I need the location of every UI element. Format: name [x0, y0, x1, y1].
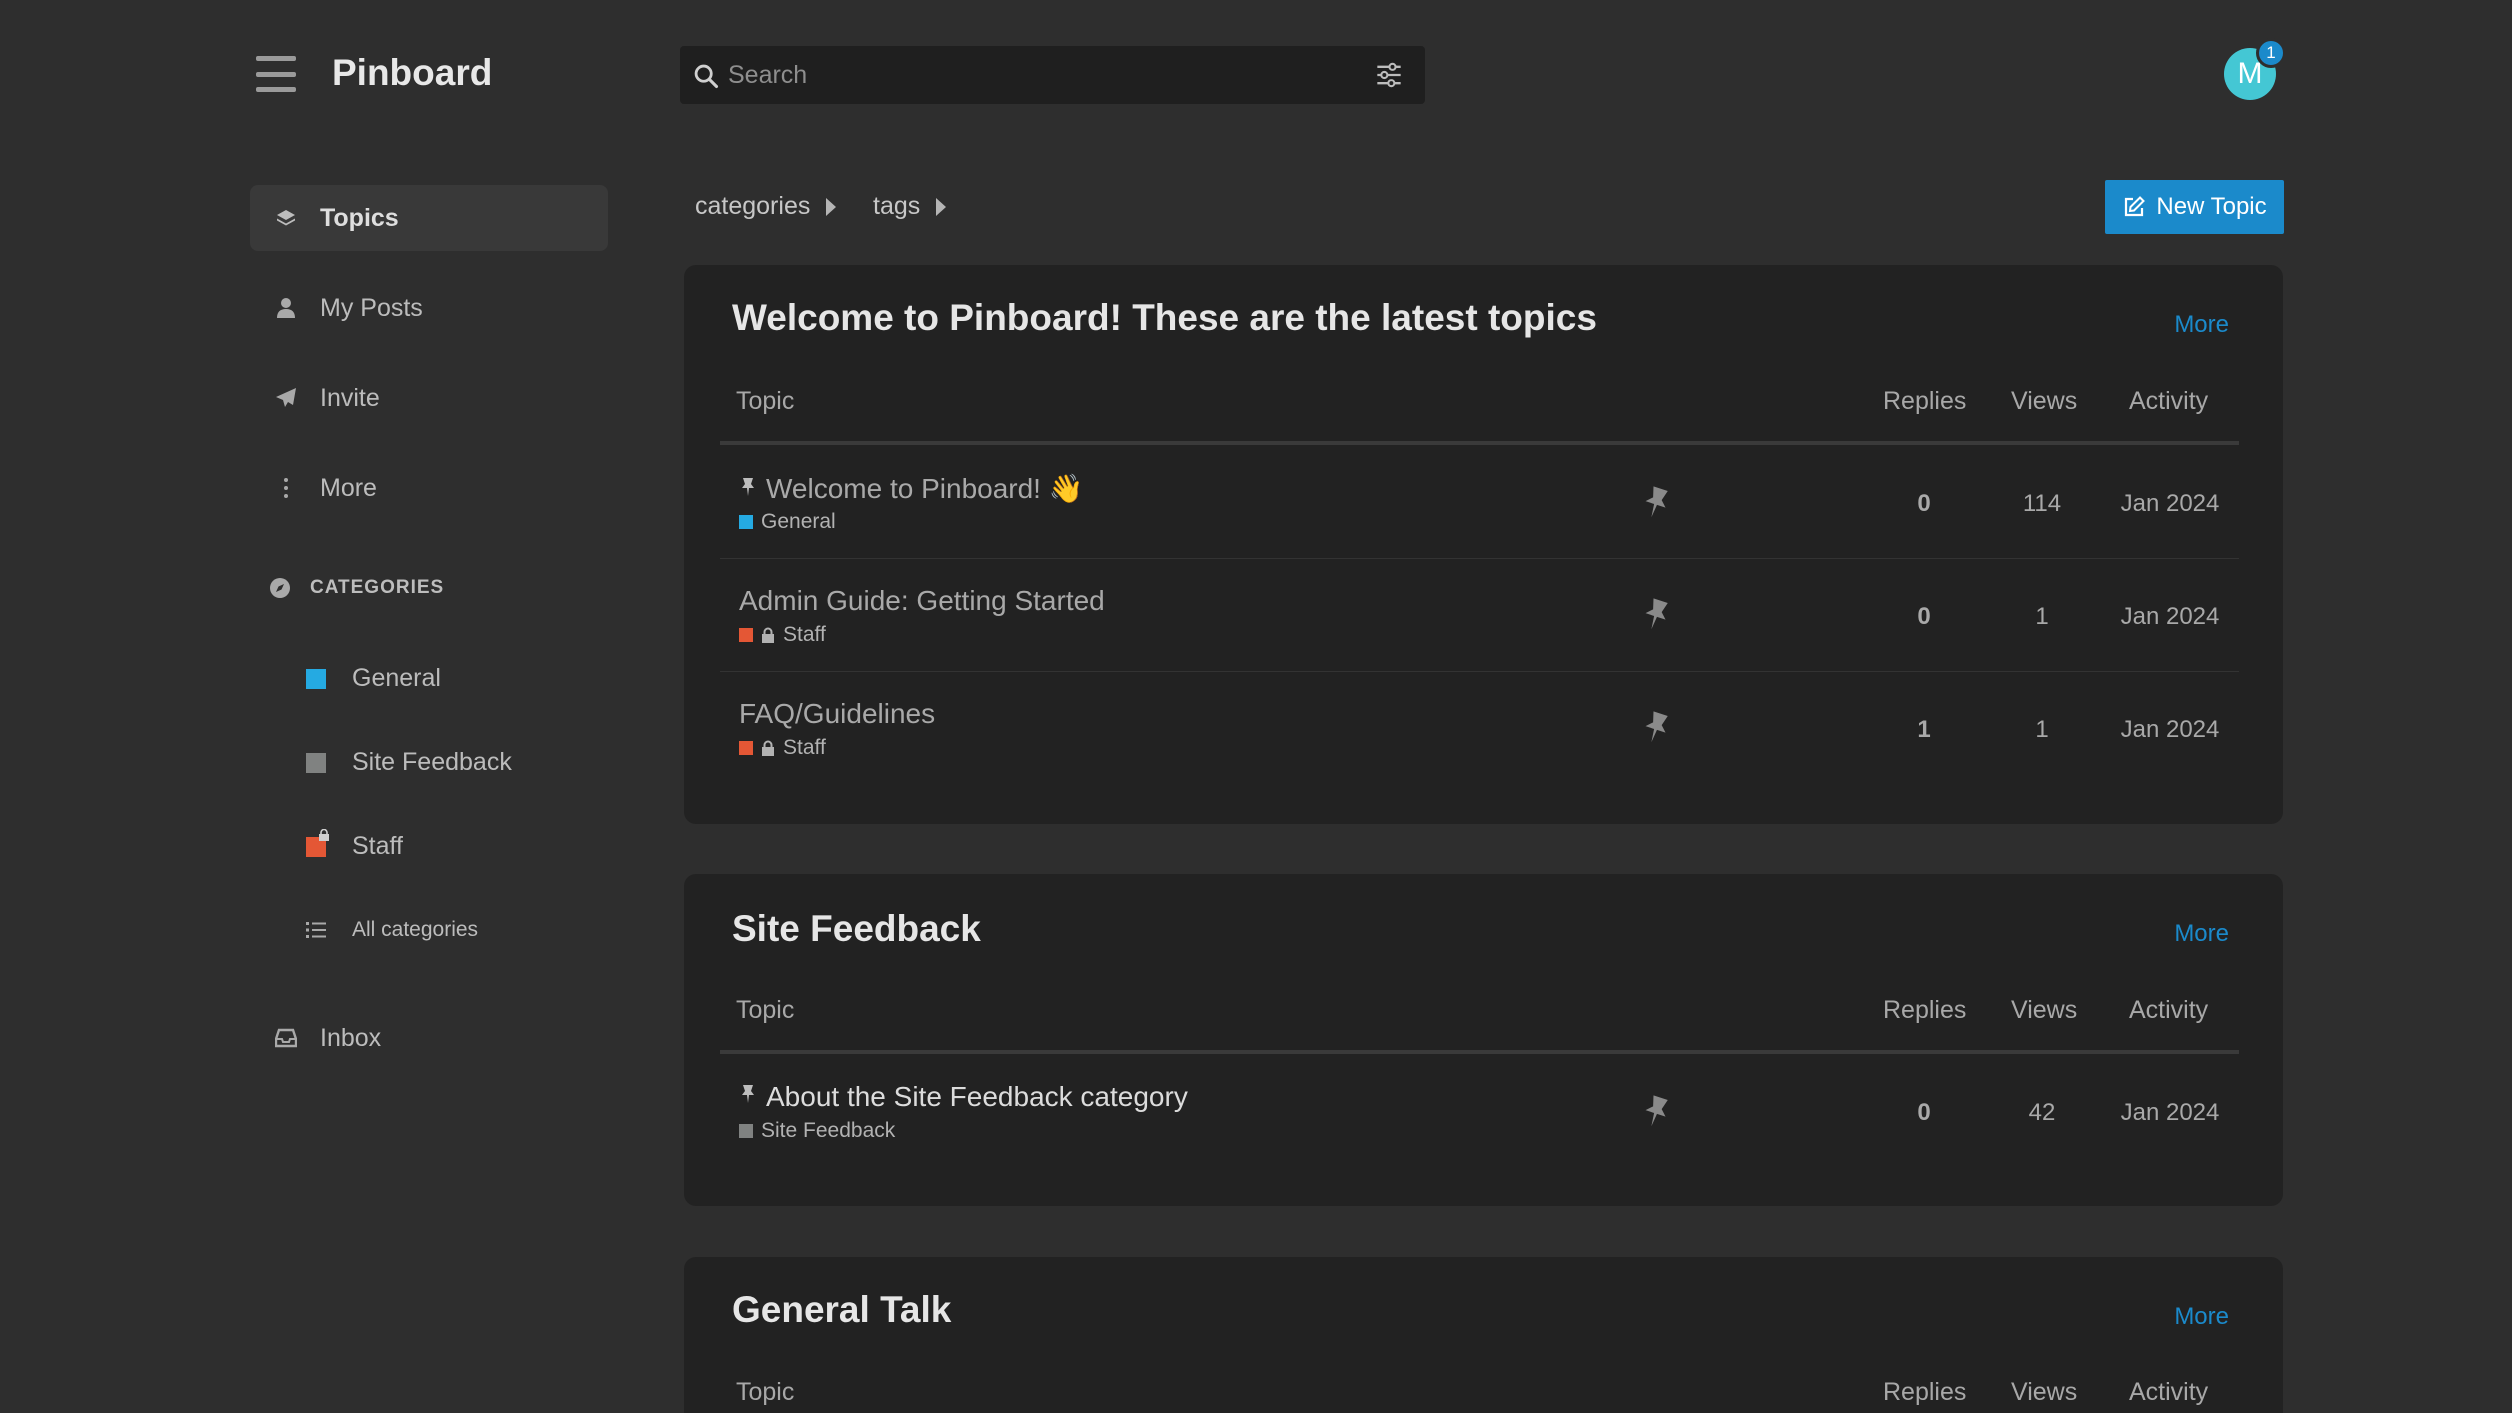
search-filter-icon[interactable]	[1375, 62, 1403, 88]
activity-date[interactable]: Jan 2024	[2110, 1099, 2230, 1127]
category-color-swatch	[306, 752, 326, 773]
sidebar-item-my-posts[interactable]: My Posts	[250, 275, 608, 341]
category-color-swatch	[306, 668, 326, 689]
category-color-swatch	[739, 515, 753, 529]
search-input[interactable]	[728, 46, 1328, 104]
sidebar-category-general[interactable]: General	[306, 664, 441, 693]
column-header-topic: Topic	[736, 1378, 795, 1406]
category-color-swatch	[306, 828, 329, 857]
column-header-replies[interactable]: Replies	[1883, 996, 1966, 1025]
list-icon	[306, 922, 326, 938]
column-header-views[interactable]: Views	[2011, 387, 2077, 416]
new-topic-button[interactable]: New Topic	[2105, 180, 2284, 234]
caret-right-icon	[826, 197, 837, 216]
more-link[interactable]: More	[2174, 1303, 2229, 1331]
topic-category-badge[interactable]: Staff	[739, 736, 826, 760]
column-header-activity[interactable]: Activity	[2129, 387, 2208, 416]
categories-dropdown[interactable]: categories	[695, 192, 837, 221]
topic-title-link[interactable]: Admin Guide: Getting Started	[739, 585, 1105, 617]
pin-icon[interactable]	[1638, 710, 1674, 746]
notification-badge[interactable]: 1	[2256, 38, 2286, 68]
column-header-replies[interactable]: Replies	[1883, 387, 1966, 416]
pin-icon[interactable]	[1638, 597, 1674, 633]
replies-count: 0	[1917, 603, 1931, 630]
sidebar-category-staff[interactable]: Staff	[306, 828, 403, 861]
column-header-topic: Topic	[736, 996, 795, 1024]
pinned-icon	[742, 478, 754, 496]
sidebar-item-label: More	[320, 473, 377, 502]
search-icon	[694, 64, 719, 89]
header-divider	[720, 441, 2239, 445]
topic-title-link[interactable]: Welcome to Pinboard! 👋	[766, 472, 1084, 505]
activity-date[interactable]: Jan 2024	[2110, 490, 2230, 518]
row-divider	[720, 671, 2239, 672]
sidebar-item-label: Invite	[320, 383, 380, 412]
hamburger-menu-icon[interactable]	[256, 56, 296, 92]
edit-icon	[2125, 196, 2146, 217]
site-logo[interactable]: Pinboard	[332, 52, 492, 94]
compass-icon	[270, 578, 290, 598]
tags-dropdown[interactable]: tags	[873, 192, 947, 221]
views-count: 1	[2035, 716, 2049, 743]
column-header-activity[interactable]: Activity	[2129, 996, 2208, 1025]
layers-icon	[274, 206, 298, 230]
pin-icon[interactable]	[1638, 1094, 1674, 1130]
sidebar-item-more[interactable]: More	[250, 455, 608, 521]
replies-count: 1	[1917, 716, 1931, 743]
panel-title: General Talk	[732, 1289, 952, 1330]
column-header-topic: Topic	[736, 387, 795, 415]
views-count: 42	[2028, 1099, 2056, 1126]
activity-date[interactable]: Jan 2024	[2110, 716, 2230, 744]
pinned-icon	[742, 1085, 754, 1103]
site-feedback-panel: Site Feedback More Topic Replies Views A…	[684, 874, 2283, 1206]
lock-icon	[319, 828, 329, 841]
column-header-replies[interactable]: Replies	[1883, 1378, 1966, 1407]
category-color-swatch	[739, 1124, 753, 1138]
paper-plane-icon	[274, 386, 298, 410]
column-header-views[interactable]: Views	[2011, 1378, 2077, 1407]
topic-category-badge[interactable]: Site Feedback	[739, 1119, 895, 1143]
more-link[interactable]: More	[2174, 920, 2229, 948]
replies-count: 0	[1917, 1099, 1931, 1126]
views-count: 1	[2035, 603, 2049, 630]
category-color-swatch	[739, 628, 753, 642]
more-link[interactable]: More	[2174, 311, 2229, 339]
sidebar-category-site-feedback[interactable]: Site Feedback	[306, 748, 512, 777]
vertical-ellipsis-icon	[274, 476, 298, 500]
sidebar-item-topics[interactable]: Topics	[250, 185, 608, 251]
categories-header[interactable]: CATEGORIES	[268, 576, 444, 600]
sidebar-item-label: Topics	[320, 203, 399, 232]
column-header-activity[interactable]: Activity	[2129, 1378, 2208, 1407]
caret-right-icon	[936, 197, 947, 216]
topic-category-badge[interactable]: General	[739, 510, 836, 534]
pin-icon[interactable]	[1638, 485, 1674, 521]
topic-title-link[interactable]: About the Site Feedback category	[766, 1081, 1188, 1113]
row-divider	[720, 558, 2239, 559]
search-bar[interactable]	[680, 46, 1425, 104]
replies-count: 0	[1917, 490, 1931, 517]
lock-icon	[762, 627, 774, 643]
panel-title: Welcome to Pinboard! These are the lates…	[732, 297, 1597, 338]
user-icon	[274, 296, 298, 320]
sidebar-item-label: Inbox	[320, 1023, 382, 1052]
inbox-icon	[274, 1026, 298, 1050]
lock-icon	[762, 740, 774, 756]
sidebar-item-label: My Posts	[320, 293, 423, 322]
topic-title-link[interactable]: FAQ/Guidelines	[739, 698, 935, 730]
general-talk-panel: General Talk More Topic Replies Views Ac…	[684, 1257, 2283, 1413]
sidebar-all-categories[interactable]: All categories	[306, 918, 478, 942]
panel-title: Site Feedback	[732, 908, 981, 949]
sidebar-item-inbox[interactable]: Inbox	[250, 1005, 608, 1071]
topic-category-badge[interactable]: Staff	[739, 623, 826, 647]
latest-topics-panel: Welcome to Pinboard! These are the lates…	[684, 265, 2283, 824]
views-count: 114	[2022, 490, 2062, 517]
activity-date[interactable]: Jan 2024	[2110, 603, 2230, 631]
category-color-swatch	[739, 741, 753, 755]
header-divider	[720, 1050, 2239, 1054]
sidebar-item-invite[interactable]: Invite	[250, 365, 608, 431]
column-header-views[interactable]: Views	[2011, 996, 2077, 1025]
